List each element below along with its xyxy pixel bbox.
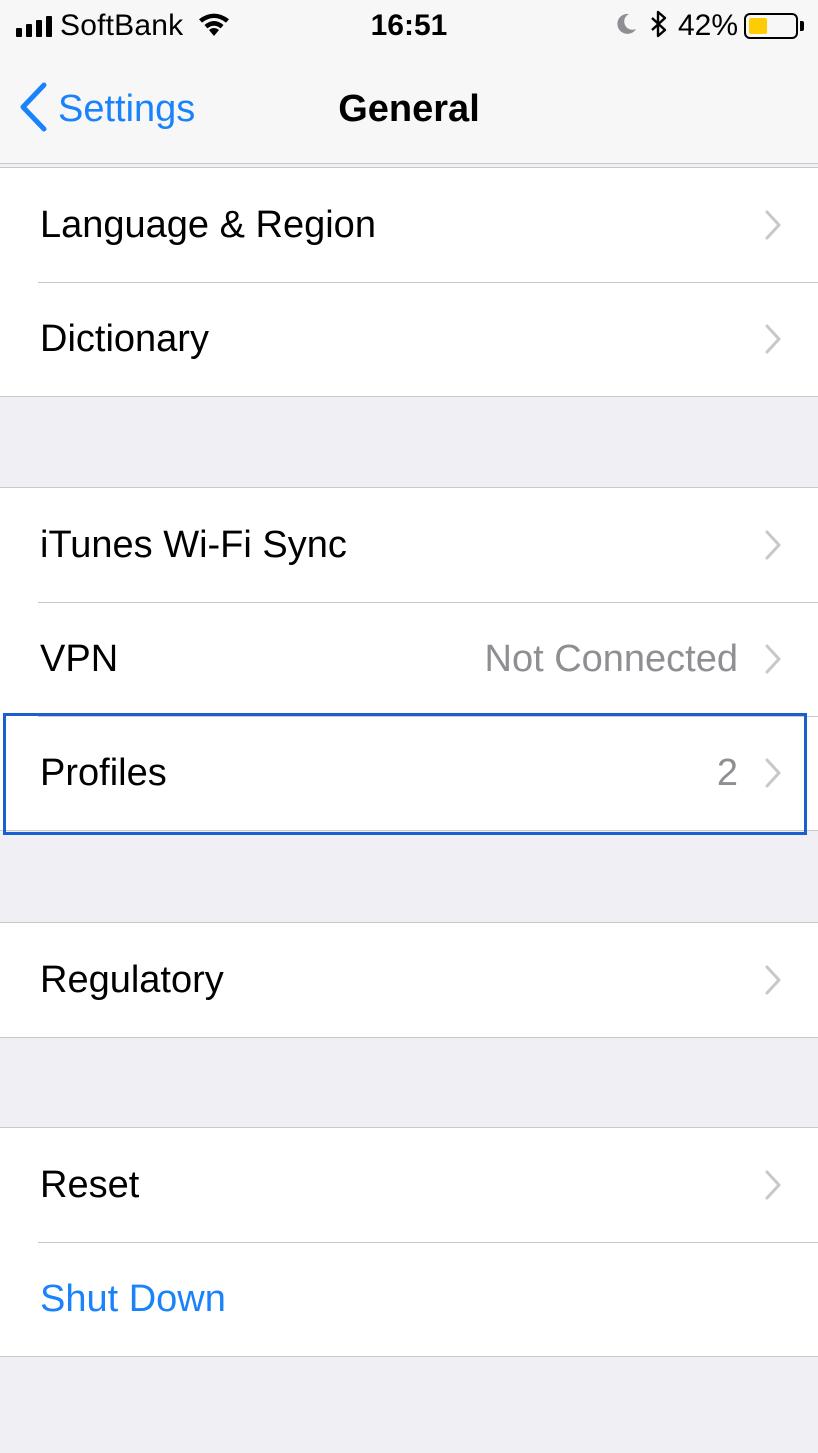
row-language-region[interactable]: Language & Region — [0, 168, 818, 282]
battery-cap — [800, 21, 804, 31]
row-label: VPN — [40, 637, 119, 680]
row-label: Reset — [40, 1163, 140, 1206]
chevron-right-icon — [764, 209, 782, 241]
page-title: General — [338, 88, 480, 130]
chevron-right-icon — [764, 1169, 782, 1201]
status-bar: SoftBank 16:51 42% — [0, 0, 818, 55]
moon-icon — [614, 12, 638, 41]
shut-down-button[interactable]: Shut Down — [0, 1242, 818, 1356]
chevron-right-icon — [764, 757, 782, 789]
row-reset[interactable]: Reset — [0, 1128, 818, 1242]
row-vpn[interactable]: VPN Not Connected — [0, 602, 818, 716]
row-itunes-wifi-sync[interactable]: iTunes Wi-Fi Sync — [0, 488, 818, 602]
chevron-right-icon — [764, 323, 782, 355]
profiles-count-value: 2 — [716, 751, 738, 794]
chevron-right-icon — [764, 529, 782, 561]
bluetooth-icon — [650, 10, 668, 43]
settings-group-regulatory: Regulatory — [0, 922, 818, 1038]
settings-group-reset: Reset Shut Down — [0, 1127, 818, 1357]
row-profiles[interactable]: Profiles 2 — [0, 716, 818, 830]
row-label: Profiles — [40, 751, 167, 794]
row-regulatory[interactable]: Regulatory — [0, 923, 818, 1037]
status-right: 42% — [614, 8, 804, 44]
row-label: Regulatory — [40, 958, 224, 1001]
battery-icon — [744, 13, 798, 39]
row-label: Language & Region — [40, 203, 376, 246]
row-label: Dictionary — [40, 317, 209, 360]
chevron-right-icon — [764, 964, 782, 996]
row-label: iTunes Wi-Fi Sync — [40, 523, 347, 566]
row-dictionary[interactable]: Dictionary — [0, 282, 818, 396]
battery-level — [749, 18, 767, 34]
navigation-bar: Settings General — [0, 55, 818, 164]
vpn-status-value: Not Connected — [484, 637, 739, 680]
shut-down-label: Shut Down — [40, 1277, 226, 1320]
chevron-right-icon — [764, 643, 782, 675]
battery-percent: 42% — [677, 9, 738, 42]
settings-group-language: Language & Region Dictionary — [0, 167, 818, 397]
settings-group-sync: iTunes Wi-Fi Sync VPN Not Connected Prof… — [0, 487, 818, 831]
